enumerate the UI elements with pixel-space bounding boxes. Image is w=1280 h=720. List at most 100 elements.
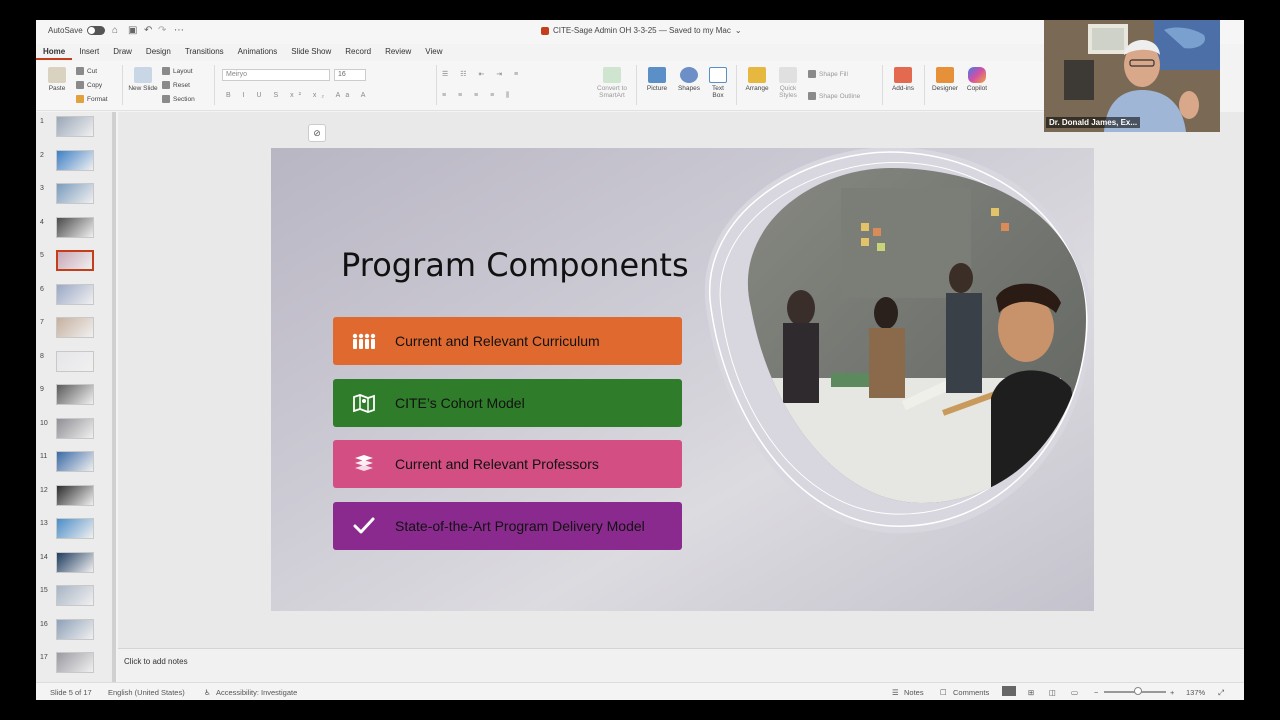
copy-button[interactable]: Copy [76,81,102,89]
normal-view-button[interactable] [1002,686,1016,696]
slide-thumbnail-11[interactable] [56,451,94,472]
thumbnail-number: 16 [40,620,48,628]
notes-button[interactable]: Notes [904,688,924,697]
section-label: Section [173,95,195,103]
font-size-dropdown[interactable]: 16 [334,69,366,81]
ribbon-divider [736,65,737,105]
slide-title[interactable]: Program Components [341,246,689,284]
tab-view[interactable]: View [418,46,449,60]
slide-thumbnail-12[interactable] [56,484,94,506]
tab-design[interactable]: Design [139,46,178,60]
language-indicator[interactable]: English (United States) [108,688,185,697]
comments-button[interactable]: Comments [953,688,989,697]
component-bar-professors[interactable]: Current and Relevant Professors [333,440,682,488]
notes-placeholder[interactable]: Click to add notes [124,657,188,666]
quick-styles-icon [779,67,797,83]
tab-slide-show[interactable]: Slide Show [284,46,338,60]
tab-insert[interactable]: Insert [72,46,106,60]
fit-to-window-icon[interactable]: ⤢ [1218,688,1224,698]
zoom-slider-thumb[interactable] [1134,687,1142,695]
thumbnails-scrollbar[interactable] [112,112,116,682]
save-icon[interactable]: ▣ [128,25,137,36]
thumbnail-number: 7 [40,319,44,326]
cut-button[interactable]: Cut [76,67,97,75]
arrange-button[interactable]: Arrange [742,67,772,92]
autosave-control[interactable]: AutoSave [48,26,105,35]
slide-thumbnail-17[interactable] [56,652,94,673]
slide-thumbnail-8[interactable] [56,350,94,372]
component-bar-delivery[interactable]: State-of-the-Art Program Delivery Model [333,502,682,550]
slideshow-button[interactable]: ▭ [1071,688,1078,697]
layout-icon [162,67,170,75]
font-name-dropdown[interactable]: Meiryo [222,69,330,81]
shapes-button[interactable]: Shapes [674,67,704,92]
tab-transitions[interactable]: Transitions [178,46,231,60]
format-painter-button[interactable]: Format [76,95,108,103]
zoom-in-button[interactable]: + [1170,688,1174,697]
home-icon[interactable]: ⌂ [112,25,118,36]
paste-button[interactable]: Paste [44,67,70,92]
list-buttons[interactable]: ☰ ☷ ⇤ ⇥ ≡ [442,70,523,78]
zoom-out-button[interactable]: − [1094,688,1098,697]
slide-thumbnail-15[interactable] [56,585,94,606]
slide-sorter-button[interactable]: ⊞ [1028,688,1034,697]
slide-thumbnail-10[interactable] [56,417,94,439]
slide-thumbnail-13[interactable] [56,518,94,539]
ribbon-divider [436,65,437,105]
slide-thumbnail-2[interactable] [56,149,94,171]
slide-5[interactable]: Program Components Current and Relevant … [271,148,1094,611]
slide-thumbnail-14[interactable] [56,551,94,573]
layout-button[interactable]: Layout [162,67,193,75]
team-photo[interactable] [691,148,1094,548]
slide-thumbnail-3[interactable] [56,183,94,204]
shape-outline-button[interactable]: Shape Outline [808,92,860,100]
text-format-buttons[interactable]: B I U S x² x₂ Aa A [226,92,370,99]
checkmark-icon [333,516,395,536]
slide-thumbnail-1[interactable] [56,116,94,137]
thumbnail-number: 8 [40,352,44,360]
slide-thumbnail-9[interactable] [56,384,94,405]
thumbnail-number: 5 [40,252,44,259]
component-bar-curriculum[interactable]: Current and Relevant Curriculum [333,317,682,365]
new-slide-button[interactable]: New Slide [128,67,158,92]
designer-button[interactable]: Designer [930,67,960,92]
accessibility-status[interactable]: Accessibility: Investigate [216,688,297,697]
text-box-button[interactable]: Text Box [706,67,730,99]
add-ins-button[interactable]: Add-ins [888,67,918,92]
document-title[interactable]: CITE-Sage Admin OH 3-3-25 — Saved to my … [541,26,742,35]
slide-thumbnails-panel[interactable]: 1 2 3 4 5 6 7 8 9 10 11 12 13 14 15 16 17 [36,112,116,682]
picture-button[interactable]: Picture [642,67,672,92]
copilot-button[interactable]: Copilot [962,67,992,92]
slide-thumbnail-5[interactable] [56,250,94,271]
copilot-icon [968,67,986,83]
thumbnail-number: 4 [40,218,44,226]
tab-record[interactable]: Record [338,46,378,60]
slide-thumbnail-7[interactable] [56,317,94,338]
format-label: Format [87,95,108,103]
tab-home[interactable]: Home [36,46,73,60]
reset-button[interactable]: Reset [162,81,190,89]
tab-animations[interactable]: Animations [231,46,285,60]
component-bar-cohort[interactable]: CITE’s Cohort Model [333,379,682,427]
participant-name: Dr. Donald James, Ex... [1046,117,1141,128]
align-buttons[interactable]: ≡ ≡ ≡ ≡ ⫼ [442,92,514,100]
tab-draw[interactable]: Draw [106,46,139,60]
paste-icon [48,67,66,83]
shape-fill-button[interactable]: Shape Fill [808,70,848,78]
designer-suggestion-icon[interactable]: ⊘ [308,124,326,142]
slide-thumbnail-4[interactable] [56,216,94,238]
tab-review[interactable]: Review [378,46,418,60]
slide-thumbnail-6[interactable] [56,283,94,305]
zoom-level[interactable]: 137% [1186,688,1205,697]
more-icon[interactable]: ⋯ [174,25,184,36]
quick-styles-button[interactable]: Quick Styles [774,67,802,99]
section-button[interactable]: Section [162,95,195,103]
undo-icon[interactable]: ↶ [144,25,152,36]
convert-smartart-button[interactable]: Convert to SmartArt [592,67,632,99]
slide-thumbnail-16[interactable] [56,618,94,640]
redo-icon[interactable]: ↷ [158,25,166,36]
accessibility-icon: ♿ [204,688,211,697]
autosave-toggle[interactable] [86,26,105,35]
notes-pane[interactable]: Click to add notes [118,648,1244,682]
reading-view-button[interactable]: ◫ [1049,688,1056,697]
